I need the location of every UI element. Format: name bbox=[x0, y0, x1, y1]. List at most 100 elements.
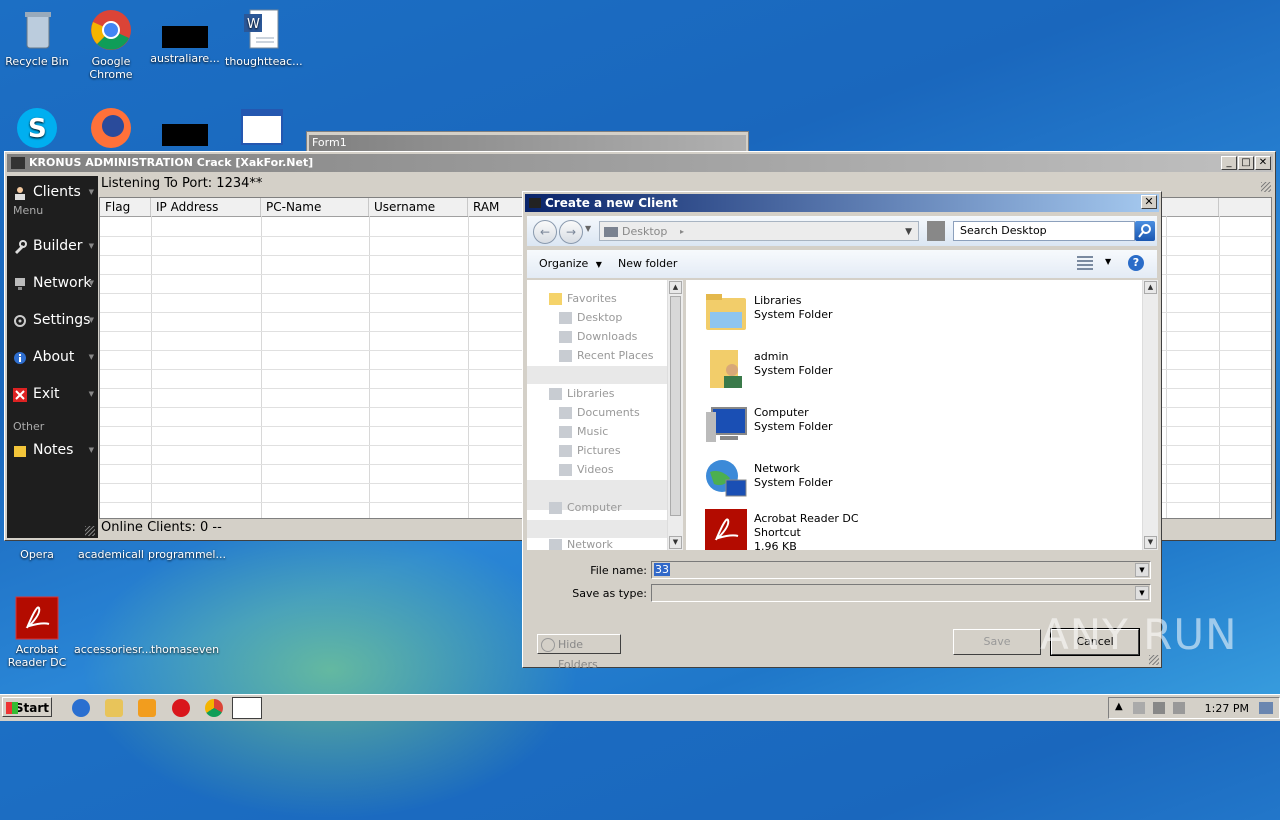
section-menu: Menu bbox=[13, 204, 44, 217]
media-player-icon[interactable] bbox=[138, 699, 156, 717]
nav-favorites[interactable]: Favorites bbox=[549, 292, 617, 305]
nav-downloads[interactable]: Downloads bbox=[559, 330, 637, 343]
list-item[interactable]: Acrobat Reader DC Shortcut 1.96 KB bbox=[704, 506, 1004, 550]
sidebar-item-exit[interactable]: Exit ▼ bbox=[7, 383, 98, 405]
sidebar-item-network[interactable]: Network ▼ bbox=[7, 272, 98, 294]
column-header-ip[interactable]: IP Address bbox=[151, 198, 261, 216]
desktop-icon-window[interactable] bbox=[225, 106, 299, 153]
desktop-icon-black[interactable] bbox=[148, 106, 222, 150]
nav-network[interactable]: Network bbox=[549, 538, 613, 550]
sidebar-item-notes[interactable]: Notes ▼ bbox=[7, 439, 98, 461]
sidebar-item-clients[interactable]: Clients ▼ bbox=[7, 181, 98, 203]
column-header-pc-name[interactable]: PC-Name bbox=[261, 198, 369, 216]
nav-videos[interactable]: Videos bbox=[559, 463, 614, 476]
show-desktop-icon[interactable] bbox=[1259, 702, 1273, 714]
breadcrumb-chevron-icon[interactable]: ▸ bbox=[680, 222, 684, 242]
nav-scrollbar[interactable]: ▲ ▼ bbox=[667, 280, 683, 550]
close-button[interactable]: ✕ bbox=[1255, 156, 1271, 170]
save-as-type-label: Save as type: bbox=[572, 587, 647, 600]
network-icon bbox=[13, 276, 27, 290]
recent-pages-chevron-icon[interactable]: ▼ bbox=[585, 224, 591, 233]
clock[interactable]: 1:27 PM bbox=[1205, 702, 1249, 715]
desktop-icon-thomaseven[interactable]: thomaseven bbox=[148, 596, 222, 656]
list-item[interactable]: admin System Folder bbox=[704, 344, 1004, 394]
minimize-button[interactable]: _ bbox=[1221, 156, 1237, 170]
column-header-extra[interactable] bbox=[1166, 198, 1219, 216]
nav-pictures[interactable]: Pictures bbox=[559, 444, 621, 457]
address-bar[interactable]: Desktop ▸ ▼ bbox=[599, 221, 919, 241]
list-item[interactable]: Computer System Folder bbox=[704, 400, 1004, 450]
save-button[interactable]: Save bbox=[953, 629, 1041, 655]
desktop-icon-skype[interactable]: S bbox=[0, 106, 74, 153]
ie-icon[interactable] bbox=[72, 699, 90, 717]
scroll-down-icon[interactable]: ▼ bbox=[1144, 536, 1157, 549]
scroll-up-icon[interactable]: ▲ bbox=[1144, 281, 1157, 294]
opera-icon[interactable] bbox=[172, 699, 190, 717]
view-dropdown-icon[interactable]: ▼ bbox=[1105, 257, 1111, 266]
desktop-icon-australiare[interactable]: australiare... bbox=[148, 8, 222, 65]
dialog-close-button[interactable]: ✕ bbox=[1141, 195, 1157, 209]
file-name-field[interactable]: 33 ▼ bbox=[651, 561, 1151, 579]
desktop-icon-accessoriesr[interactable]: accessoriesr... bbox=[74, 596, 152, 656]
desktop-icon-recycle-bin[interactable]: Recycle Bin bbox=[0, 8, 74, 68]
sidebar-item-settings[interactable]: Settings ▼ bbox=[7, 309, 98, 331]
start-button[interactable]: Start bbox=[2, 697, 52, 717]
desktop-icon-academicall[interactable]: academicall bbox=[74, 548, 148, 561]
help-icon[interactable]: ? bbox=[1128, 255, 1144, 271]
column-header-extra[interactable] bbox=[1219, 198, 1271, 216]
show-hidden-icons-icon[interactable]: ▲ bbox=[1115, 701, 1123, 712]
nav-computer[interactable]: Computer bbox=[549, 501, 622, 514]
list-item[interactable]: Network System Folder bbox=[704, 456, 1004, 506]
column-header-ram[interactable]: RAM bbox=[468, 198, 528, 216]
search-input[interactable]: Search Desktop bbox=[953, 221, 1135, 241]
nav-recent-places[interactable]: Recent Places bbox=[559, 349, 654, 362]
nav-desktop[interactable]: Desktop bbox=[559, 311, 622, 324]
hide-folders-button[interactable]: Hide Folders bbox=[537, 634, 621, 671]
search-icon[interactable] bbox=[1135, 221, 1155, 241]
organize-menu[interactable]: Organize ▼ bbox=[539, 257, 602, 270]
desktop-icon-chrome[interactable]: Google Chrome bbox=[74, 8, 148, 81]
navigation-pane[interactable]: Favorites Desktop Downloads Recent Place… bbox=[527, 280, 667, 550]
dialog-title-bar[interactable]: Create a new Client bbox=[525, 194, 1159, 212]
sidebar-item-label: Notes bbox=[33, 442, 74, 458]
back-button[interactable]: ← bbox=[533, 220, 557, 244]
chevron-down-icon[interactable]: ▼ bbox=[1135, 586, 1149, 600]
network-tray-icon[interactable] bbox=[1153, 702, 1165, 714]
sidebar-item-builder[interactable]: Builder ▼ bbox=[7, 235, 98, 257]
address-dropdown-icon[interactable]: ▼ bbox=[905, 222, 912, 242]
nav-libraries[interactable]: Libraries bbox=[549, 387, 615, 400]
explorer-icon[interactable] bbox=[105, 699, 123, 717]
chevron-down-icon: ▼ bbox=[88, 279, 94, 287]
action-center-icon[interactable] bbox=[1133, 702, 1145, 714]
forward-button[interactable]: → bbox=[559, 220, 583, 244]
resize-grip[interactable] bbox=[85, 526, 95, 536]
chevron-down-icon[interactable]: ▼ bbox=[1135, 563, 1149, 577]
list-item[interactable]: Libraries System Folder bbox=[704, 288, 1004, 338]
new-folder-button[interactable]: New folder bbox=[618, 257, 677, 270]
column-header-flag[interactable]: Flag bbox=[100, 198, 151, 216]
refresh-button[interactable] bbox=[927, 221, 945, 241]
nav-documents[interactable]: Documents bbox=[559, 406, 640, 419]
files-scrollbar[interactable]: ▲ ▼ bbox=[1142, 280, 1158, 550]
desktop-icon-firefox[interactable] bbox=[74, 106, 148, 153]
file-list[interactable]: Libraries System Folder admin System Fol… bbox=[686, 280, 1146, 550]
kronus-title-bar[interactable]: KRONUS ADMINISTRATION Crack [XakFor.Net] bbox=[7, 154, 1273, 172]
resize-grip[interactable] bbox=[1261, 182, 1271, 192]
column-header-username[interactable]: Username bbox=[369, 198, 468, 216]
scroll-thumb[interactable] bbox=[670, 296, 681, 516]
chrome-icon[interactable] bbox=[205, 699, 223, 717]
volume-icon[interactable] bbox=[1173, 702, 1185, 714]
desktop-icon-opera[interactable]: Opera bbox=[0, 548, 74, 561]
desktop-icon-programmel[interactable]: programmel... bbox=[148, 548, 226, 561]
kronus-taskbar-button[interactable] bbox=[232, 697, 262, 719]
scroll-up-icon[interactable]: ▲ bbox=[669, 281, 682, 294]
desktop-icon-thoughtteac[interactable]: W thoughtteac... bbox=[225, 8, 303, 68]
save-as-type-select[interactable]: ▼ bbox=[651, 584, 1151, 602]
create-client-dialog[interactable]: Create a new Client ✕ ← → ▼ Desktop ▸ ▼ … bbox=[522, 191, 1162, 671]
sidebar-item-about[interactable]: About ▼ bbox=[7, 346, 98, 368]
view-options-icon[interactable] bbox=[1077, 256, 1093, 270]
nav-music[interactable]: Music bbox=[559, 425, 608, 438]
maximize-button[interactable]: □ bbox=[1238, 156, 1254, 170]
desktop-icon-acrobat[interactable]: Acrobat Reader DC bbox=[0, 596, 74, 669]
scroll-down-icon[interactable]: ▼ bbox=[669, 536, 682, 549]
